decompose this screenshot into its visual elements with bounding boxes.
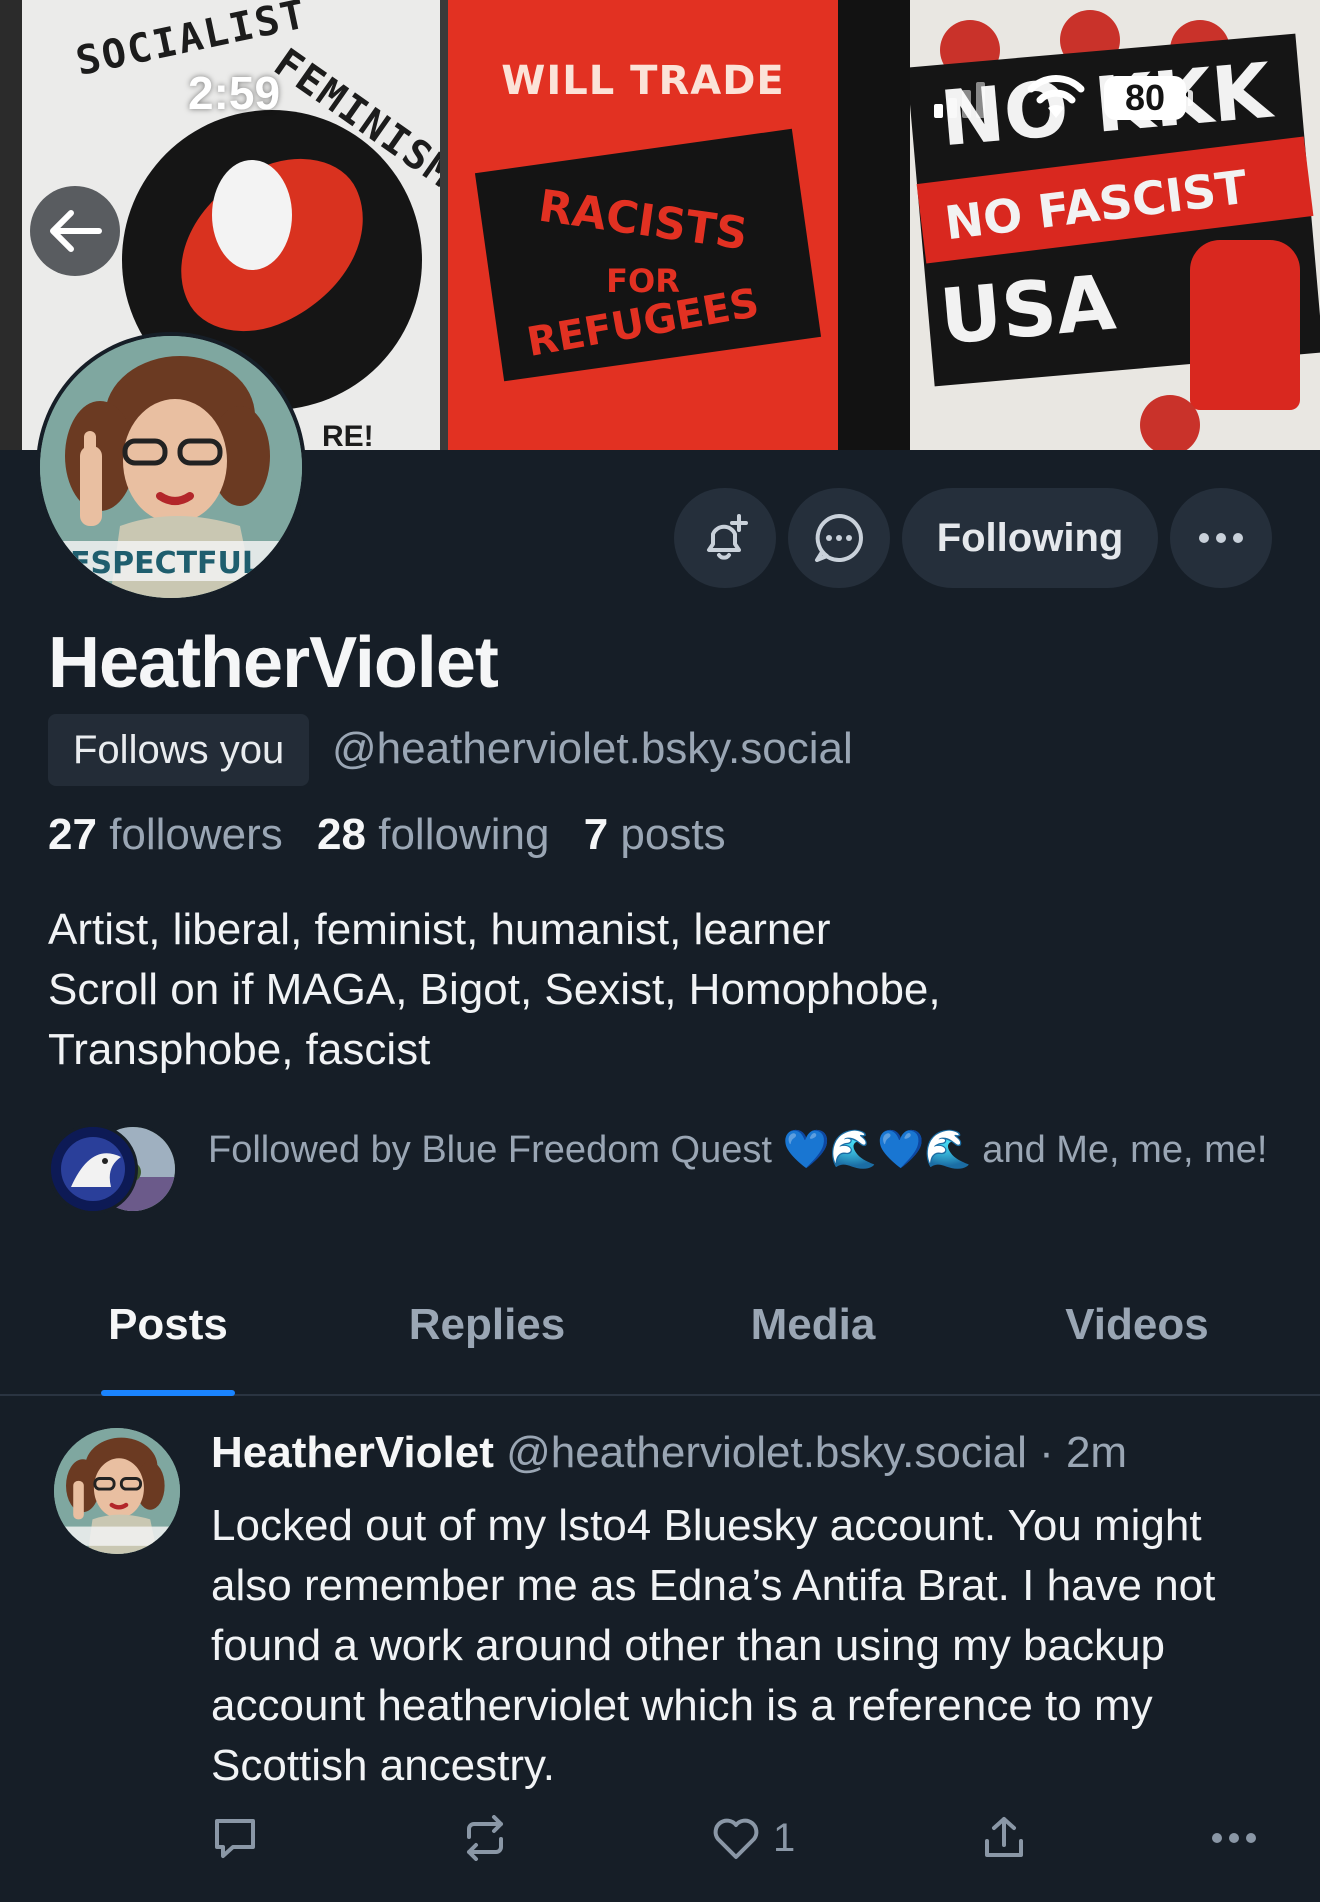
- followed-by-section[interactable]: Followed by Blue Freedom Quest 💙🌊💙🌊 and …: [48, 1124, 1278, 1224]
- avatar-illustration: [54, 1428, 180, 1554]
- post-author-avatar[interactable]: [54, 1428, 180, 1554]
- post-meta: @heatherviolet.bsky.social · 2m: [506, 1428, 1128, 1477]
- poster-text: RE!: [322, 420, 374, 450]
- followers-count: 27: [48, 810, 97, 859]
- feed-post[interactable]: HeatherViolet @heatherviolet.bsky.social…: [0, 1396, 1320, 1902]
- posts-label: posts: [620, 810, 726, 859]
- banner-poster-refugees: WILL TRADE RACISTS FOR REFUGEES: [448, 0, 838, 450]
- tab-videos[interactable]: Videos: [1046, 1300, 1228, 1350]
- reply-button[interactable]: [211, 1810, 259, 1866]
- followed-by-text: Followed by Blue Freedom Quest 💙🌊💙🌊 and …: [208, 1129, 1268, 1171]
- back-button[interactable]: [30, 186, 120, 276]
- bio-line: Transphobe, fascist: [48, 1025, 431, 1074]
- repost-button[interactable]: [461, 1810, 509, 1866]
- known-followers-avatars: [48, 1124, 178, 1216]
- post-more-button[interactable]: [1211, 1810, 1257, 1866]
- bio-line: Scroll on if MAGA, Bigot, Sexist, Homoph…: [48, 965, 941, 1014]
- tab-media[interactable]: Media: [728, 1300, 898, 1350]
- wifi-icon: [1027, 75, 1085, 118]
- arrow-left-icon: [50, 210, 102, 252]
- posts-stat: 7 posts: [584, 810, 726, 859]
- poster-text: WILL TRADE: [501, 58, 785, 104]
- message-button[interactable]: [788, 488, 890, 588]
- chat-bubble-icon: [815, 514, 863, 562]
- following-count: 28: [317, 810, 366, 859]
- avatar: [48, 1124, 138, 1214]
- share-icon: [985, 1817, 1023, 1857]
- ellipsis-icon: [1199, 533, 1243, 543]
- tab-posts[interactable]: Posts: [101, 1300, 235, 1350]
- bio-line: Artist, liberal, feminist, humanist, lea…: [48, 905, 831, 954]
- followers-stat[interactable]: 27 followers: [48, 810, 283, 859]
- battery-indicator: 80: [1104, 76, 1186, 120]
- status-time: 2:59: [188, 67, 281, 119]
- profile-tabs: Posts Replies Media Videos: [0, 1280, 1320, 1396]
- post-actions: 1: [211, 1810, 1271, 1870]
- poster-text: USA: [936, 257, 1119, 362]
- ellipsis-icon: [1212, 1833, 1256, 1843]
- reply-icon: [215, 1819, 255, 1858]
- heart-icon: [713, 1818, 759, 1859]
- bell-plus-icon: [707, 514, 748, 560]
- profile-stats: 27 followers 28 following 7 posts: [48, 810, 748, 860]
- post-header: HeatherViolet @heatherviolet.bsky.social…: [211, 1428, 1127, 1478]
- follows-you-badge: Follows you: [48, 714, 310, 786]
- like-button[interactable]: 1: [711, 1810, 795, 1866]
- posts-count: 7: [583, 810, 609, 859]
- avatar-caption: ESPECTFUL: [70, 546, 262, 581]
- post-body: Locked out of my lsto4 Bluesky account. …: [211, 1501, 1216, 1790]
- followers-label: followers: [109, 810, 283, 859]
- banner-poster-no-fascist: NO KKK NO FASCIST USA: [910, 0, 1320, 450]
- profile-handle: @heatherviolet.bsky.social: [332, 724, 853, 773]
- profile-display-name: HeatherViolet: [48, 623, 499, 703]
- repost-icon: [467, 1815, 503, 1861]
- share-button[interactable]: [981, 1810, 1027, 1866]
- subscribe-notifications-button[interactable]: [674, 488, 776, 588]
- profile-avatar[interactable]: ESPECTFUL: [36, 332, 306, 602]
- like-count: 1: [773, 1815, 796, 1860]
- following-label: following: [378, 810, 550, 859]
- profile-bio: Artist, liberal, feminist, humanist, lea…: [48, 900, 1268, 1080]
- post-author-name[interactable]: HeatherViolet: [211, 1428, 494, 1477]
- following-button[interactable]: Following: [902, 488, 1158, 588]
- more-options-button[interactable]: [1170, 488, 1272, 588]
- following-stat[interactable]: 28 following: [317, 810, 549, 859]
- status-indicators: 80: [934, 70, 1204, 126]
- tab-replies[interactable]: Replies: [395, 1300, 579, 1350]
